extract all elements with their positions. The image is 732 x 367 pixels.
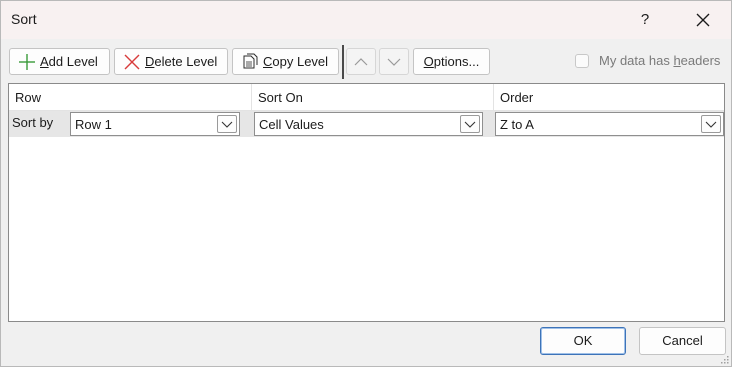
chevron-down-icon [221,121,233,128]
row-select-dropdown[interactable] [217,115,237,133]
chevron-down-icon [387,58,401,66]
chevron-down-icon [464,121,476,128]
close-button[interactable] [689,7,717,33]
column-header-sort-on: Sort On [252,84,494,111]
options-label: Options... [423,54,480,69]
order-select-value: Z to A [500,117,534,132]
cancel-button[interactable]: Cancel [639,327,726,355]
move-down-button[interactable] [379,48,409,75]
help-button[interactable]: ? [631,7,659,33]
add-level-button[interactable]: Add Level [9,48,110,75]
row-select[interactable]: Row 1 [70,112,240,136]
row-select-value: Row 1 [75,117,112,132]
resize-grip-icon[interactable] [719,354,729,364]
headers-checkbox-row[interactable]: My data has headers [575,53,720,68]
sort-on-select-dropdown[interactable] [460,115,480,133]
headers-checkbox[interactable] [575,53,589,68]
copy-level-button[interactable]: Copy Level [232,48,339,75]
options-button[interactable]: Options... [413,48,490,75]
title-bar: Sort ? [1,1,731,39]
sort-levels-grid: Row Sort On Order Sort by Row 1 Cell Val… [8,83,725,322]
close-icon [696,13,710,27]
chevron-up-icon [354,57,368,65]
sort-on-select-value: Cell Values [259,117,324,132]
column-header-row: Row [9,84,252,111]
order-select-dropdown[interactable] [701,115,721,133]
copy-icon [243,53,258,68]
headers-checkbox-label: My data has headers [599,53,721,68]
dialog-title: Sort [11,11,37,27]
toolbar-separator [342,45,344,79]
sort-level-row[interactable]: Sort by Row 1 Cell Values Z to A [9,111,724,137]
x-icon [124,54,140,69]
sort-dialog: Sort ? Add Level Delete Level Copy Level… [0,0,732,367]
plus-icon [19,53,35,70]
order-select[interactable]: Z to A [495,112,724,136]
sort-on-select[interactable]: Cell Values [254,112,483,136]
chevron-down-icon [705,121,717,128]
copy-level-label: Copy Level [263,54,329,69]
move-up-button[interactable] [346,48,376,75]
add-level-label: Add Level [40,54,98,69]
sort-by-label: Sort by [12,115,54,130]
delete-level-button[interactable]: Delete Level [114,48,228,75]
delete-level-label: Delete Level [145,54,218,69]
ok-button[interactable]: OK [540,327,626,355]
column-header-order: Order [494,84,724,111]
